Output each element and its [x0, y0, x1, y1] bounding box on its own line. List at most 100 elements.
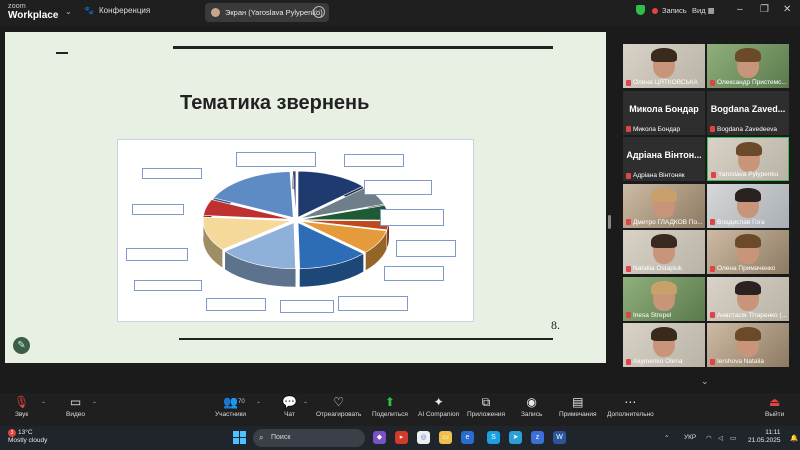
apps-button[interactable]: ⧉ Приложения [467, 395, 505, 418]
participants-options-chevron-icon[interactable]: ⌃ [256, 401, 261, 408]
chart-callout [132, 204, 184, 215]
participant-tile[interactable]: Nataliia Ostapiuk [623, 230, 705, 274]
taskbar-search-box[interactable]: ⌕ Поиск [253, 429, 365, 447]
participant-tile[interactable]: Олександр Пристемс... [707, 44, 789, 88]
video-button[interactable]: ▭ Видео [66, 395, 85, 418]
security-shield-icon[interactable] [636, 5, 645, 15]
gallery-scroll-down-icon[interactable]: ⌄ [701, 376, 709, 387]
participant-tile[interactable]: Микола Бондар Микола Бондар [623, 90, 705, 135]
participant-name: Nataliia Ostapiuk [633, 265, 683, 272]
meeting-label: Конференция [98, 6, 151, 15]
chat-button[interactable]: 💬 Чат [282, 395, 297, 418]
wifi-icon[interactable]: ◠ [706, 434, 712, 442]
app-logo-line1: zoom [8, 3, 26, 10]
share-button[interactable]: ⬆ Поделиться [372, 395, 408, 418]
audio-options-chevron-icon[interactable]: ⌃ [41, 401, 46, 408]
annotate-pen-icon[interactable]: ✎ [13, 337, 30, 354]
chart-callout [380, 209, 444, 226]
tray-overflow-icon[interactable]: ⌃ [664, 434, 669, 442]
participant-tile[interactable]: Bogdana Zaved... Bogdana Zavedeeva [707, 90, 789, 135]
participant-tile[interactable]: Олена ЦЯТКОВСЬКА [623, 44, 705, 88]
participant-gallery: Олена ЦЯТКОВСЬКА Олександр Пристемс... Мик… [620, 44, 790, 374]
zoom-taskbar-icon[interactable]: z [531, 431, 544, 444]
keyboard-language[interactable]: УКР [684, 434, 696, 441]
file-explorer-icon[interactable]: ▭ [439, 431, 452, 444]
copilot-icon[interactable]: ◆ [373, 431, 386, 444]
record-button[interactable]: ◉ Запись [521, 395, 542, 418]
apps-label: Приложения [467, 411, 506, 418]
participant-name: Iershova Natalia [717, 358, 764, 365]
participant-name-label: Inesa Strepel [626, 312, 671, 319]
heart-icon: ♡ [333, 395, 345, 409]
system-clock[interactable]: 11:11 21.05.2025 [748, 429, 781, 445]
video-options-chevron-icon[interactable]: ⌃ [92, 401, 97, 408]
more-button[interactable]: ⋯ Дополнительно [607, 395, 654, 418]
participant-tile[interactable]: Inesa Strepel [623, 276, 705, 321]
notifications-icon[interactable]: 🔔 [790, 434, 798, 442]
telegram-icon[interactable]: ➤ [509, 431, 522, 444]
participant-hair [651, 280, 677, 295]
audio-button[interactable]: 🎙 Звук [14, 395, 29, 418]
participant-hair [735, 327, 761, 341]
participant-tile[interactable]: Анастасія Тітаренко (... [707, 276, 789, 321]
mic-muted-icon: 🎙 [14, 395, 30, 409]
participant-name: Akymenko Olena [633, 358, 683, 365]
app-red-icon[interactable]: ▸ [395, 431, 408, 444]
participant-tile[interactable]: Владислав Гога [707, 183, 789, 228]
close-icon[interactable]: ✕ [783, 4, 791, 15]
participant-name-label: Akymenko Olena [626, 358, 683, 365]
chart-callout [396, 240, 456, 257]
view-grid-icon: ▦ [707, 6, 715, 15]
notes-button[interactable]: ▤ Примечания [559, 395, 597, 418]
screen-share-indicator[interactable]: Экран (Yaroslava Pylypenko) ··· [205, 3, 329, 22]
word-icon[interactable]: W [553, 431, 566, 444]
edge-icon[interactable]: e [461, 431, 474, 444]
participant-name: Владислав Гога [717, 218, 765, 226]
recording-indicator[interactable]: Запись [652, 6, 687, 15]
minimize-icon[interactable]: – [737, 4, 743, 15]
chat-options-chevron-icon[interactable]: ⌃ [303, 401, 308, 408]
windows-start-icon[interactable] [233, 431, 246, 444]
participant-name: Олена ЦЯТКОВСЬКА [633, 79, 698, 86]
mic-muted-icon [626, 312, 631, 318]
participant-tile[interactable]: Iershova Natalia [707, 323, 789, 367]
ai-companion-button[interactable]: ✦ AI Companion [418, 395, 459, 418]
leave-button[interactable]: ⏏ Выйти [765, 395, 784, 418]
participant-hair [735, 234, 761, 248]
participant-tile[interactable]: Адріана Вінтон... Адріана Вінтоняк [623, 137, 705, 181]
more-label: Дополнительно [607, 411, 654, 418]
meeting-info-button[interactable]: 🐾 Конференция [84, 6, 150, 15]
skype-icon[interactable]: S [487, 431, 500, 444]
chart-callout [236, 152, 316, 167]
chrome-icon[interactable]: ◎ [417, 431, 430, 444]
react-button[interactable]: ♡ Отреагировать [316, 395, 361, 418]
participant-name-label: Микола Бондар [626, 126, 680, 133]
audio-label: Звук [14, 411, 29, 418]
more-icon: ⋯ [624, 395, 637, 409]
participant-name-label: Bogdana Zavedeeva [710, 126, 777, 133]
volume-icon[interactable]: ◁ [718, 434, 723, 442]
slide-title: Тематика звернень [180, 92, 370, 114]
sparkle-icon: ✦ [433, 395, 444, 409]
app-menu-chevron-icon[interactable]: ⌄ [65, 7, 72, 16]
leave-icon: ⏏ [768, 395, 781, 409]
clock-date: 21.05.2025 [748, 437, 781, 444]
participant-tile[interactable]: Akymenko Olena [623, 323, 705, 367]
share-label: Поделиться [372, 411, 408, 418]
weather-widget[interactable]: 3 13°C Mostly cloudy [8, 429, 47, 445]
restore-icon[interactable]: ❐ [760, 4, 769, 15]
mic-muted-icon [626, 358, 631, 365]
participant-name-label: Владислав Гога [710, 219, 765, 226]
leave-label: Выйти [765, 411, 785, 418]
participant-tile[interactable]: Дмитро ГЛАДКОВ По... [623, 183, 705, 228]
apps-icon: ⧉ [481, 395, 491, 409]
view-button[interactable]: Вид ▦ [692, 6, 715, 15]
slide-bottom-rule [179, 338, 553, 340]
chart-callout [364, 180, 432, 195]
chart-callout [126, 248, 188, 261]
gallery-resize-handle[interactable] [608, 215, 611, 229]
participant-tile[interactable]: Yaroslava Pylypenko [707, 137, 789, 181]
more-options-icon[interactable]: ··· [313, 6, 325, 18]
battery-icon[interactable]: ▭ [730, 434, 736, 442]
participant-tile[interactable]: Олена Примаченко [707, 230, 789, 274]
